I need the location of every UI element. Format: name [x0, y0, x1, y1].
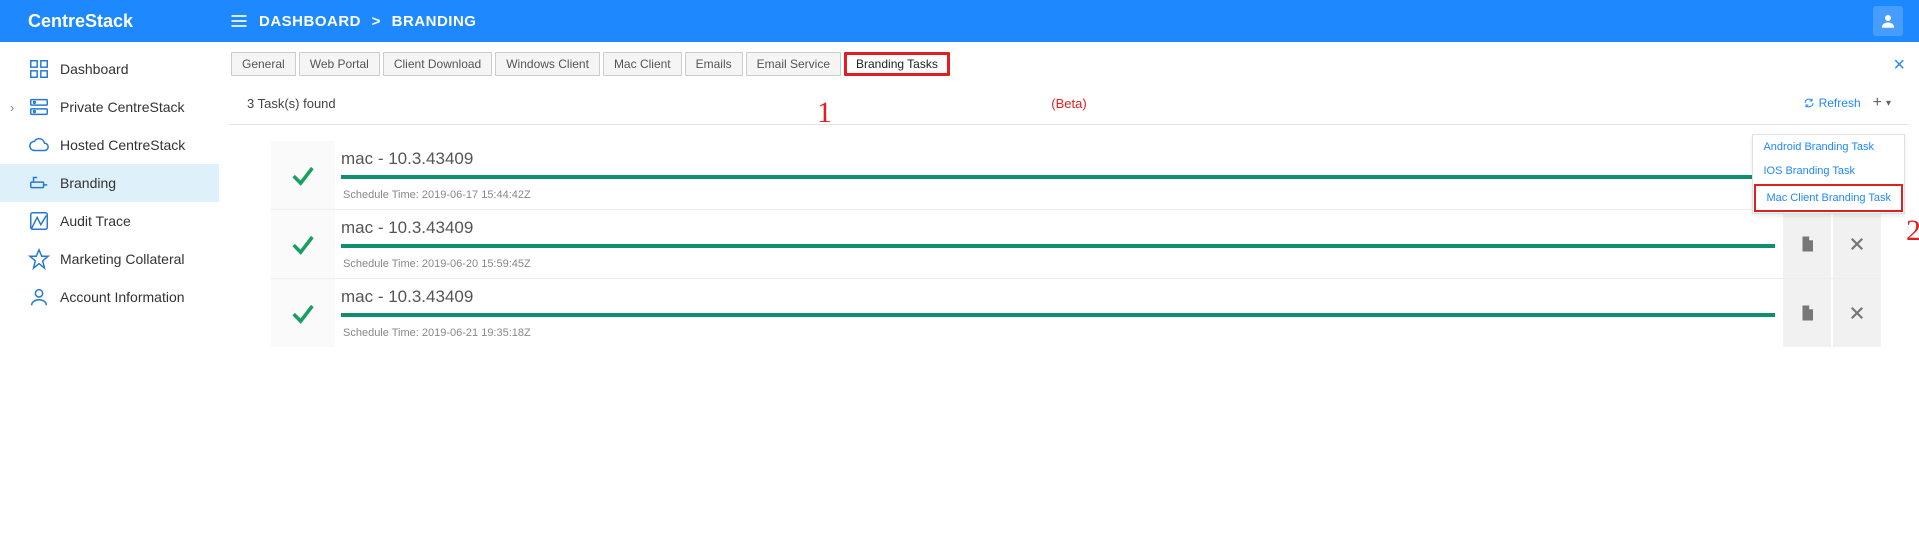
- cloud-icon: [28, 134, 50, 156]
- sidebar-item-label: Dashboard: [60, 61, 129, 77]
- tasks-found-label: 3 Task(s) found: [247, 96, 336, 111]
- sidebar-item-private-centrestack[interactable]: Private CentreStack: [0, 88, 219, 126]
- task-status-success-icon: [271, 210, 335, 278]
- plus-icon: +: [1873, 94, 1882, 112]
- breadcrumb: DASHBOARD > BRANDING: [259, 13, 476, 30]
- sidebar-item-label: Branding: [60, 175, 116, 191]
- file-icon: [1798, 235, 1816, 253]
- tab-bar: General Web Portal Client Download Windo…: [223, 52, 1915, 76]
- task-delete-button[interactable]: [1831, 279, 1881, 347]
- sidebar-item-marketing-collateral[interactable]: Marketing Collateral: [0, 240, 219, 278]
- task-download-button[interactable]: [1781, 210, 1831, 278]
- sidebar-item-audit-trace[interactable]: Audit Trace: [0, 202, 219, 240]
- brand-title: CentreStack: [0, 11, 219, 32]
- tab-general[interactable]: General: [231, 52, 296, 76]
- tab-windows-client[interactable]: Windows Client: [495, 52, 600, 76]
- sidebar-item-label: Audit Trace: [60, 213, 131, 229]
- sidebar: Dashboard Private CentreStack Hosted Cen…: [0, 42, 219, 553]
- sidebar-item-label: Account Information: [60, 289, 185, 305]
- task-schedule-time: Schedule Time: 2019-06-17 15:44:42Z: [341, 179, 1875, 205]
- task-row: mac - 10.3.43409 Schedule Time: 2019-06-…: [271, 278, 1881, 347]
- annotation-2: 2: [1906, 214, 1919, 248]
- refresh-button[interactable]: Refresh: [1803, 96, 1861, 110]
- refresh-label: Refresh: [1819, 96, 1861, 110]
- caret-down-icon: ▾: [1886, 98, 1891, 109]
- task-delete-button[interactable]: [1831, 210, 1881, 278]
- breadcrumb-b[interactable]: BRANDING: [392, 13, 477, 30]
- tab-emails[interactable]: Emails: [685, 52, 743, 76]
- tab-email-service[interactable]: Email Service: [746, 52, 841, 76]
- refresh-icon: [1803, 97, 1815, 109]
- tab-client-download[interactable]: Client Download: [383, 52, 492, 76]
- task-row: mac - 10.3.43409 Schedule Time: 2019-06-…: [271, 209, 1881, 278]
- main-content: General Web Portal Client Download Windo…: [219, 42, 1919, 553]
- marketing-icon: [28, 248, 50, 270]
- dropdown-item-android[interactable]: Android Branding Task: [1753, 135, 1904, 159]
- breadcrumb-sep: >: [366, 13, 387, 30]
- dropdown-item-ios[interactable]: IOS Branding Task: [1753, 159, 1904, 183]
- dropdown-item-mac-client[interactable]: Mac Client Branding Task: [1756, 186, 1901, 210]
- close-icon: [1848, 304, 1866, 322]
- task-title: mac - 10.3.43409: [341, 149, 1875, 175]
- task-download-button[interactable]: [1781, 279, 1831, 347]
- task-schedule-time: Schedule Time: 2019-06-21 19:35:18Z: [341, 317, 1775, 343]
- close-icon[interactable]: ×: [1893, 54, 1905, 77]
- task-schedule-time: Schedule Time: 2019-06-20 15:59:45Z: [341, 248, 1775, 274]
- beta-label: (Beta): [1051, 96, 1086, 111]
- close-icon: [1848, 235, 1866, 253]
- sidebar-item-label: Hosted CentreStack: [60, 137, 185, 153]
- tab-web-portal[interactable]: Web Portal: [299, 52, 380, 76]
- task-title: mac - 10.3.43409: [341, 218, 1775, 244]
- sidebar-item-branding[interactable]: Branding: [0, 164, 219, 202]
- breadcrumb-a[interactable]: DASHBOARD: [259, 13, 361, 30]
- sidebar-item-account-information[interactable]: Account Information: [0, 278, 219, 316]
- tab-mac-client[interactable]: Mac Client: [603, 52, 682, 76]
- add-task-dropdown-toggle[interactable]: + ▾: [1873, 94, 1891, 112]
- account-icon: [28, 286, 50, 308]
- task-title: mac - 10.3.43409: [341, 287, 1775, 313]
- dashboard-icon: [28, 58, 50, 80]
- task-status-success-icon: [271, 279, 335, 347]
- menu-toggle-icon[interactable]: [219, 11, 259, 31]
- server-icon: [28, 96, 50, 118]
- sidebar-item-label: Private CentreStack: [60, 99, 185, 115]
- top-bar: CentreStack DASHBOARD > BRANDING: [0, 0, 1919, 42]
- add-task-dropdown: Android Branding Task IOS Branding Task …: [1752, 134, 1905, 214]
- branding-icon: [28, 172, 50, 194]
- user-menu-icon[interactable]: [1873, 6, 1903, 36]
- audit-icon: [28, 210, 50, 232]
- sidebar-item-dashboard[interactable]: Dashboard: [0, 50, 219, 88]
- status-bar: 3 Task(s) found (Beta) Refresh + ▾ Andro…: [229, 76, 1909, 125]
- task-list: mac - 10.3.43409 Schedule Time: 2019-06-…: [271, 141, 1881, 347]
- sidebar-item-hosted-centrestack[interactable]: Hosted CentreStack: [0, 126, 219, 164]
- task-status-success-icon: [271, 141, 335, 209]
- task-row: mac - 10.3.43409 Schedule Time: 2019-06-…: [271, 141, 1881, 209]
- tab-branding-tasks[interactable]: Branding Tasks: [844, 52, 950, 76]
- sidebar-item-label: Marketing Collateral: [60, 251, 185, 267]
- file-icon: [1798, 304, 1816, 322]
